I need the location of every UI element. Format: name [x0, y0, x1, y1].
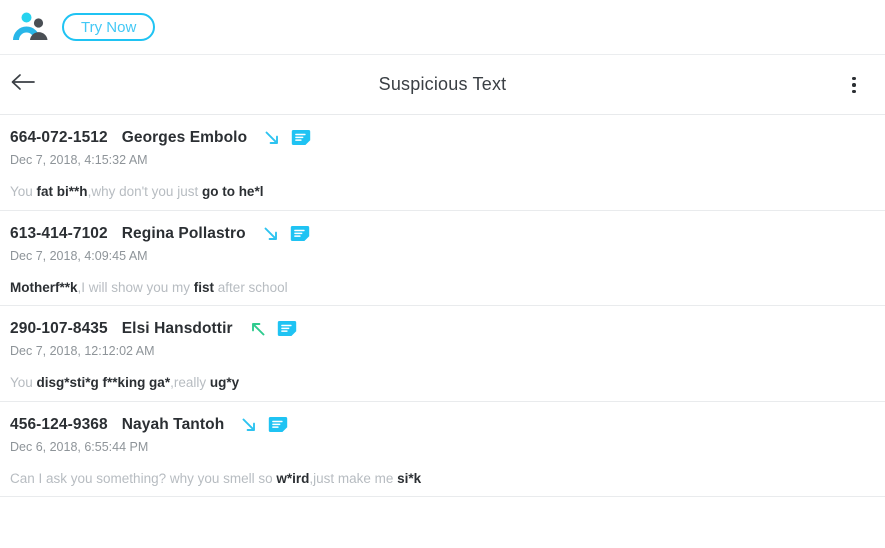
message-bubble-icon[interactable] [291, 129, 311, 147]
message-body: You disg*sti*g f**king ga*,really ug*y [10, 374, 875, 392]
flagged-phrase: go to he*l [201, 184, 264, 199]
flagged-phrase: fist [193, 279, 215, 295]
more-vertical-icon[interactable] [831, 55, 877, 115]
message-text: ,why don't you just [87, 184, 202, 199]
message-row[interactable]: 664-072-1512 Georges Embolo Dec 7, 2018, 4… [0, 115, 885, 211]
menu-dot [852, 76, 856, 81]
flagged-phrase: si*k [397, 470, 422, 486]
message-text: You [10, 375, 37, 391]
flagged-phrase: fat bi**h [36, 184, 88, 199]
menu-dot [852, 89, 856, 94]
message-text: ,really [170, 375, 210, 391]
arrow-down-right-icon [240, 416, 258, 434]
two-people-icon [10, 10, 50, 44]
message-timestamp: Dec 7, 2018, 4:15:32 AM [10, 153, 148, 167]
try-now-button[interactable]: Try Now [62, 13, 156, 41]
message-timestamp: Dec 7, 2018, 4:09:45 AM [10, 248, 148, 263]
flagged-phrase: w*ird [276, 470, 310, 486]
message-body: Can I ask you something? why you smell s… [10, 470, 875, 488]
message-body: You fat bi**h,why don't you just go to h… [10, 183, 875, 201]
message-timestamp: Dec 7, 2018, 12:12:02 AM [10, 344, 155, 359]
page-header: Suspicious Text [0, 55, 885, 115]
flagged-phrase: disg*sti*g f**king ga* [36, 375, 171, 391]
message-timestamp: Dec 6, 2018, 6:55:44 PM [10, 439, 149, 454]
message-text: after school [214, 279, 288, 295]
flagged-phrase: Motherf**k [10, 279, 78, 295]
message-row-header: 613-414-7102 Regina Pollastro [10, 223, 875, 245]
back-button[interactable] [0, 55, 46, 115]
try-now-label: Try Now [81, 18, 137, 36]
message-row[interactable]: 613-414-7102 Regina Pollastro Dec 7, 2018,… [0, 211, 885, 307]
phone-number: 290-107-8435 [10, 320, 108, 338]
back-arrow-icon [10, 72, 36, 97]
contact-name: Georges Embolo [121, 129, 248, 146]
contact-name: Regina Pollastro [121, 224, 246, 242]
message-text: ,just make me [309, 470, 398, 486]
message-row-header: 290-107-8435 Elsi Hansdottir [10, 318, 875, 340]
message-text: You [10, 184, 37, 199]
page-title: Suspicious Text [378, 74, 507, 94]
phone-number: 456-124-9368 [10, 415, 108, 433]
message-row[interactable]: 290-107-8435 Elsi Hansdottir Dec 7, 2018, … [0, 306, 885, 402]
message-row-header: 664-072-1512 Georges Embolo [10, 127, 875, 149]
arrow-up-left-icon [249, 320, 267, 338]
menu-dot [852, 83, 856, 87]
suspicious-text-list: 664-072-1512 Georges Embolo Dec 7, 2018, 4… [0, 115, 885, 498]
message-text: ,I will show you my [77, 279, 194, 295]
contact-name: Nayah Tantoh [121, 415, 225, 433]
phone-number: 613-414-7102 [10, 224, 108, 242]
message-row[interactable]: 456-124-9368 Nayah Tantoh Dec 6, 2018, 6:5… [0, 402, 885, 498]
arrow-down-right-icon [262, 225, 280, 243]
flagged-phrase: ug*y [209, 375, 240, 391]
contact-name: Elsi Hansdottir [121, 320, 233, 338]
message-body: Motherf**k,I will show you my fist after… [10, 279, 875, 297]
message-bubble-icon[interactable] [268, 416, 288, 434]
phone-number: 664-072-1512 [10, 129, 108, 146]
arrow-down-right-icon [263, 129, 281, 147]
message-row-header: 456-124-9368 Nayah Tantoh [10, 414, 875, 436]
message-bubble-icon[interactable] [277, 320, 297, 338]
promo-bar: Try Now [0, 0, 885, 55]
message-text: Can I ask you something? why you smell s… [10, 470, 277, 486]
message-bubble-icon[interactable] [290, 225, 310, 243]
